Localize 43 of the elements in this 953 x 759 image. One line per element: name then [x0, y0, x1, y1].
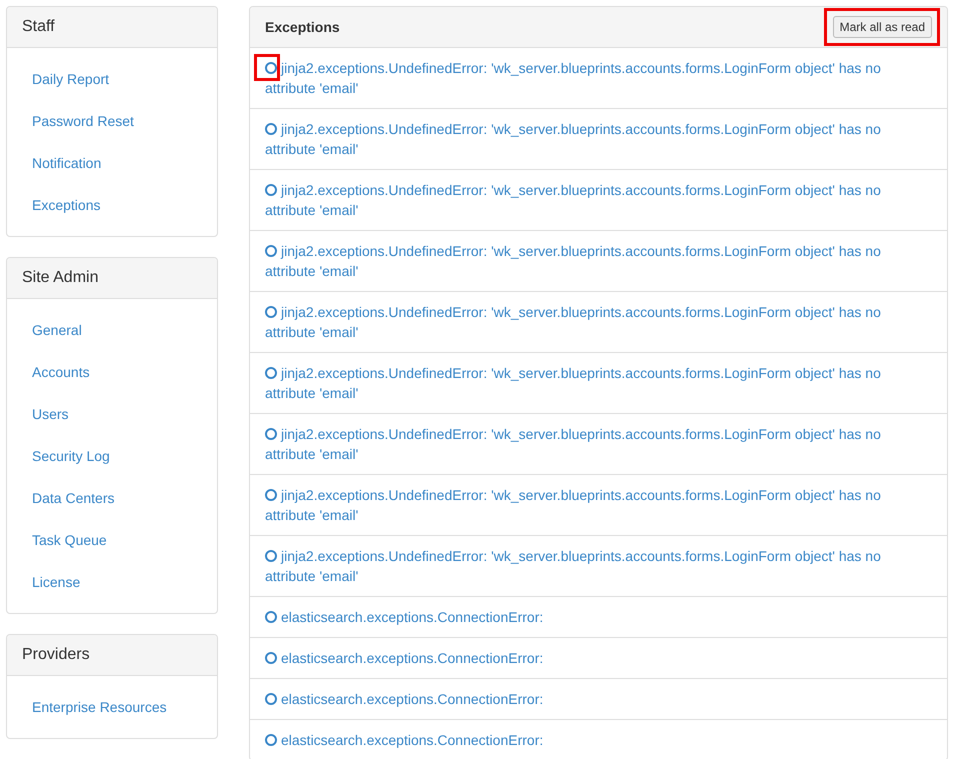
mark-all-read-button[interactable]: Mark all as read: [832, 16, 932, 38]
sidebar-link[interactable]: Password Reset: [7, 100, 159, 142]
circle-icon: [265, 693, 277, 705]
circle-icon: [265, 611, 277, 623]
circle-icon: [265, 428, 277, 440]
exception-link[interactable]: jinja2.exceptions.UndefinedError: 'wk_server.blueprints.accounts.forms.LoginForm object' has no attribute 'email': [265, 241, 932, 281]
panel-title: Staff: [22, 18, 55, 36]
exception-link[interactable]: elasticsearch.exceptions.ConnectionError:: [265, 607, 932, 627]
sidebar-link[interactable]: Notification: [7, 142, 126, 184]
panel-title: Exceptions: [265, 19, 340, 35]
panel-title: Providers: [22, 646, 90, 664]
exception-link[interactable]: jinja2.exceptions.UndefinedError: 'wk_server.blueprints.accounts.forms.LoginForm object' has no attribute 'email': [265, 546, 932, 586]
circle-icon: [265, 550, 277, 562]
circle-icon: [265, 367, 277, 379]
exception-link[interactable]: jinja2.exceptions.UndefinedError: 'wk_server.blueprints.accounts.forms.LoginForm object' has no attribute 'email': [265, 485, 932, 525]
sidebar-link[interactable]: Exceptions: [7, 184, 126, 226]
circle-icon: [265, 489, 277, 501]
sidebar-link[interactable]: Enterprise Resources: [7, 686, 192, 728]
circle-icon: [265, 245, 277, 257]
sidebar-link[interactable]: Data Centers: [7, 477, 140, 519]
sidebar-link[interactable]: Security Log: [7, 435, 135, 477]
sidebar-link[interactable]: Accounts: [7, 351, 115, 393]
exception-link[interactable]: jinja2.exceptions.UndefinedError: 'wk_server.blueprints.accounts.forms.LoginForm object' has no attribute 'email': [265, 180, 932, 220]
exception-link[interactable]: elasticsearch.exceptions.ConnectionError:: [265, 648, 932, 668]
circle-icon: [265, 123, 277, 135]
sidebar-link[interactable]: Daily Report: [7, 58, 134, 100]
exception-link[interactable]: jinja2.exceptions.UndefinedError: 'wk_server.blueprints.accounts.forms.LoginForm object' has no attribute 'email': [265, 119, 932, 159]
sidebar-link[interactable]: Task Queue: [7, 519, 132, 561]
sidebar-link[interactable]: License: [7, 561, 106, 603]
circle-icon: [265, 734, 277, 746]
circle-icon: [265, 652, 277, 664]
exception-link[interactable]: jinja2.exceptions.UndefinedError: 'wk_server.blueprints.accounts.forms.LoginForm object' has no attribute 'email': [265, 302, 932, 342]
exception-link[interactable]: jinja2.exceptions.UndefinedError: 'wk_server.blueprints.accounts.forms.LoginForm object' has no attribute 'email': [265, 424, 932, 464]
sidebar-link[interactable]: Users: [7, 393, 94, 435]
panel-title: Site Admin: [22, 269, 98, 287]
exception-link[interactable]: jinja2.exceptions.UndefinedError: 'wk_server.blueprints.accounts.forms.LoginForm object' has no attribute 'email': [265, 58, 932, 98]
circle-icon: [265, 184, 277, 196]
exception-link[interactable]: elasticsearch.exceptions.ConnectionError:: [265, 730, 932, 750]
exception-link[interactable]: elasticsearch.exceptions.ConnectionError:: [265, 689, 932, 709]
exception-link[interactable]: jinja2.exceptions.UndefinedError: 'wk_server.blueprints.accounts.forms.LoginForm object' has no attribute 'email': [265, 363, 932, 403]
circle-icon: [265, 306, 277, 318]
circle-icon: [265, 62, 277, 74]
sidebar-link[interactable]: General: [7, 309, 107, 351]
